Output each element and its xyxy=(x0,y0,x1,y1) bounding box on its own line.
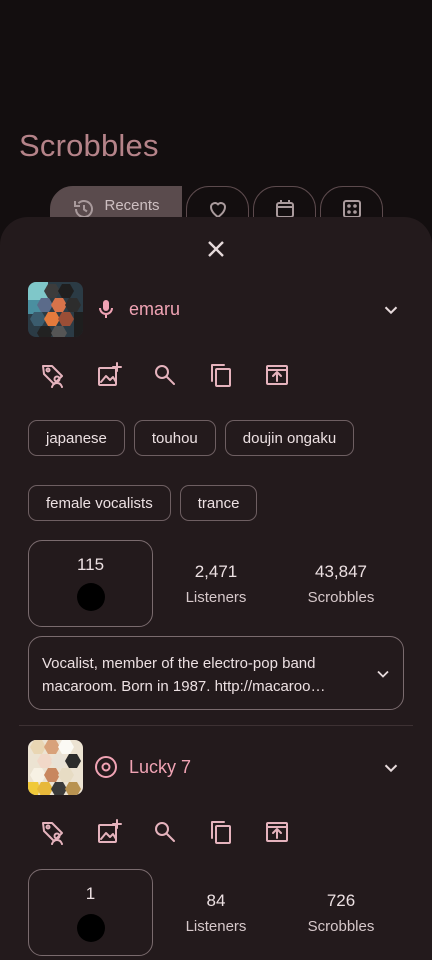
add-image-icon[interactable] xyxy=(96,362,122,388)
album-actions xyxy=(40,819,290,845)
tag-chip[interactable]: doujin ongaku xyxy=(224,420,355,456)
copy-icon[interactable] xyxy=(208,819,234,845)
page-title: Scrobbles xyxy=(19,128,159,163)
search-icon[interactable] xyxy=(152,819,178,845)
scrobbles-value: 726 xyxy=(326,891,356,910)
share-icon[interactable] xyxy=(264,362,290,388)
artist-header[interactable]: emaru xyxy=(28,282,408,338)
user-avatar xyxy=(77,914,105,942)
listeners-value: 2,471 xyxy=(194,562,238,581)
chevron-down-icon[interactable] xyxy=(380,757,402,779)
artist-stats: 115 2,471 Listeners 43,847 Scrobbles xyxy=(28,540,404,627)
chevron-down-icon[interactable] xyxy=(373,664,393,684)
tag-chips: japanese touhou doujin ongaku female voc… xyxy=(28,420,398,521)
album-stats: 1 84 Listeners 726 Scrobbles xyxy=(28,869,404,956)
copy-icon[interactable] xyxy=(208,362,234,388)
close-button[interactable] xyxy=(204,237,228,261)
bottom-sheet: emaru japanese touhou doujin ongaku fema… xyxy=(0,217,432,960)
divider xyxy=(19,725,413,726)
listeners-value: 84 xyxy=(206,891,226,910)
user-scrobble-count: 1 xyxy=(85,884,96,903)
tag-chip[interactable]: trance xyxy=(179,485,258,521)
artist-actions xyxy=(40,362,290,388)
album-thumbnail xyxy=(28,740,83,795)
user-scrobble-count-box[interactable]: 1 xyxy=(28,869,153,956)
scrobbles-value: 43,847 xyxy=(315,562,367,581)
listeners-stat: 2,471 Listeners xyxy=(156,562,276,606)
tab-recents-label: Recents xyxy=(104,197,160,214)
scrobbles-stat: 726 Scrobbles xyxy=(281,891,401,935)
bio-line-2: macaroom. Born in 1987. http://macaroo… xyxy=(42,678,326,695)
tag-chip[interactable]: japanese xyxy=(28,420,125,456)
chevron-down-icon[interactable] xyxy=(380,299,402,321)
album-header[interactable]: Lucky 7 xyxy=(28,740,408,796)
user-scrobble-count: 115 xyxy=(76,555,105,574)
album-icon xyxy=(94,755,118,779)
tag-user-icon[interactable] xyxy=(40,819,66,845)
tag-chip[interactable]: touhou xyxy=(133,420,216,456)
artist-bio-card[interactable]: Vocalist, member of the electro-pop band… xyxy=(28,636,404,710)
listeners-label: Listeners xyxy=(185,589,247,606)
scrobbles-label: Scrobbles xyxy=(307,589,375,606)
bio-line-1: Vocalist, member of the electro-pop band xyxy=(42,655,316,672)
scrobbles-label: Scrobbles xyxy=(307,918,375,935)
tag-chip[interactable]: female vocalists xyxy=(28,485,171,521)
user-avatar xyxy=(77,583,105,611)
share-icon[interactable] xyxy=(264,819,290,845)
listeners-label: Listeners xyxy=(185,918,247,935)
artist-thumbnail xyxy=(28,282,83,337)
add-image-icon[interactable] xyxy=(96,819,122,845)
scrobbles-stat: 43,847 Scrobbles xyxy=(281,562,401,606)
close-icon xyxy=(208,241,224,257)
artist-name: emaru xyxy=(129,299,181,319)
album-name: Lucky 7 xyxy=(129,757,192,777)
search-icon[interactable] xyxy=(152,362,178,388)
listeners-stat: 84 Listeners xyxy=(156,891,276,935)
microphone-icon xyxy=(94,297,118,321)
tag-user-icon[interactable] xyxy=(40,362,66,388)
user-scrobble-count-box[interactable]: 115 xyxy=(28,540,153,627)
